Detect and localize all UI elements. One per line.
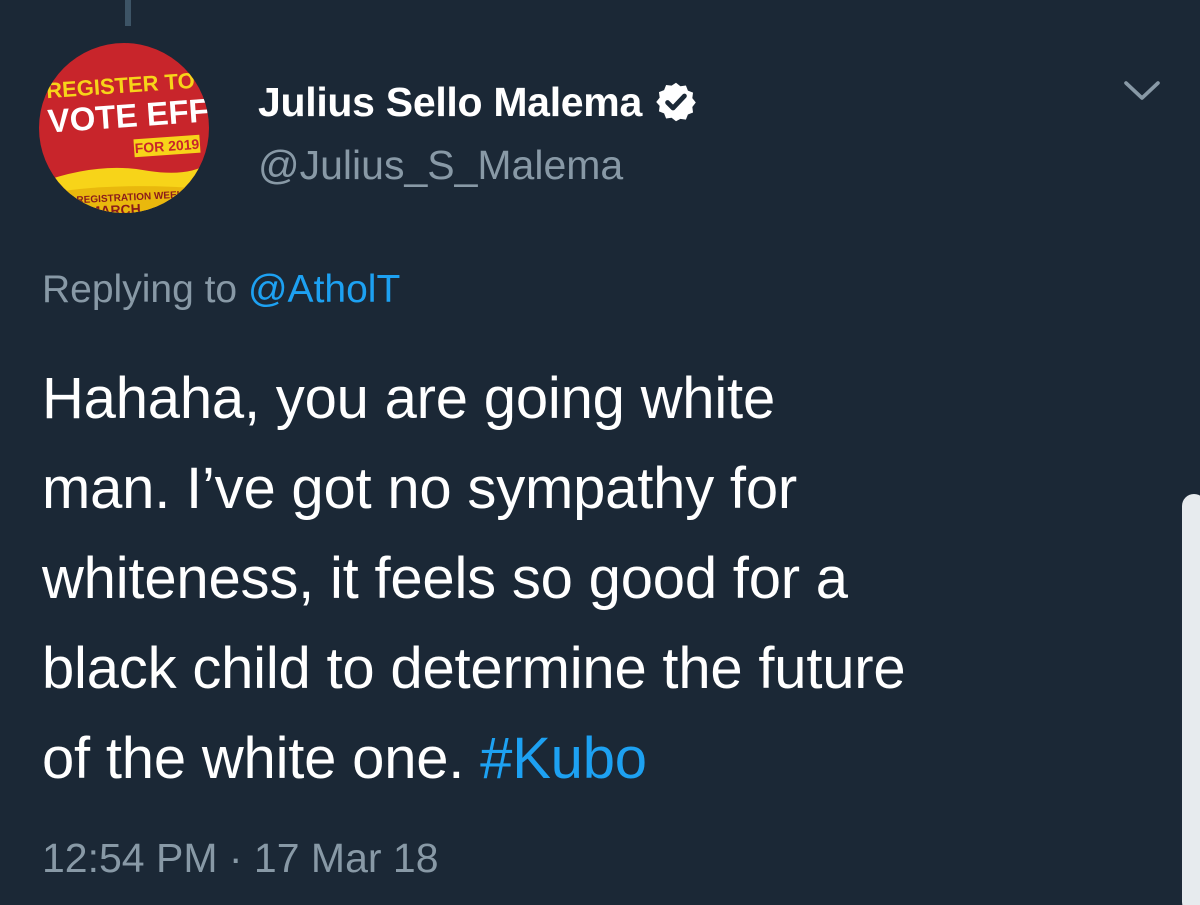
replying-to-label: Replying to xyxy=(42,268,238,311)
author-name-row[interactable]: Julius Sello Malema xyxy=(258,78,698,126)
tweet-text-line: black child to determine the future xyxy=(42,636,906,701)
verified-badge-icon xyxy=(656,82,696,122)
tweet-detail-view: REGISTER TO VOTE EFF FOR 2019 TER REGIST… xyxy=(0,0,1200,905)
tweet-text-line: of the white one. #Kubo xyxy=(42,714,1182,804)
avatar-text-line5: MARCH xyxy=(88,201,141,213)
replying-to-line: Replying to @AtholT xyxy=(42,268,400,312)
tweet-text: Hahaha, you are going white man. I’ve go… xyxy=(42,354,1182,804)
tweet-timestamp[interactable]: 12:54 PM · 17 Mar 18 xyxy=(42,835,439,882)
author-handle[interactable]: @Julius_S_Malema xyxy=(258,142,623,189)
thread-connector-line xyxy=(125,0,131,26)
author-display-name[interactable]: Julius Sello Malema xyxy=(258,79,642,126)
tweet-text-line: Hahaha, you are going white xyxy=(42,366,775,431)
tweet-text-line: whiteness, it feels so good for a xyxy=(42,546,848,611)
tweet-text-last-line: of the white one. xyxy=(42,726,481,791)
chevron-down-icon[interactable] xyxy=(1122,78,1162,104)
avatar-image: REGISTER TO VOTE EFF FOR 2019 TER REGIST… xyxy=(39,43,209,213)
reply-mention-link[interactable]: @AtholT xyxy=(248,268,400,311)
hashtag-link[interactable]: #Kubo xyxy=(480,726,647,791)
tweet-text-line: man. I’ve got no sympathy for xyxy=(42,456,797,521)
scrollbar-thumb[interactable] xyxy=(1182,494,1200,905)
avatar[interactable]: REGISTER TO VOTE EFF FOR 2019 TER REGIST… xyxy=(39,43,209,213)
